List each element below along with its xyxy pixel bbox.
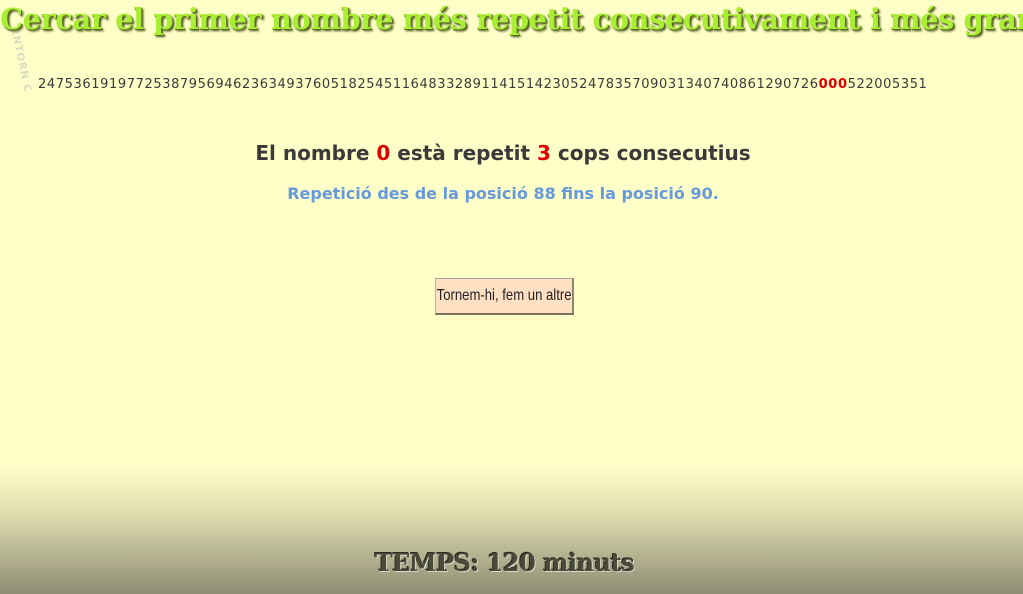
result-suffix: cops consecutius	[557, 141, 751, 165]
result-prefix: El nombre	[255, 141, 370, 165]
retry-button[interactable]: Tornem-hi, fem un altre	[435, 278, 574, 315]
result-number: 0	[376, 141, 391, 165]
sequence-before: 2475361919772538795694623634937605182545…	[38, 77, 819, 92]
position-info: Repetició des de la posició 88 fins la p…	[287, 184, 719, 203]
watermark-logo: ENTORN C	[8, 27, 33, 94]
result-middle: està repetit	[397, 141, 531, 165]
result-count: 3	[537, 141, 551, 165]
sequence-after: 522005351	[847, 77, 928, 92]
timer-label: TEMPS: 120 minuts	[374, 548, 635, 577]
number-sequence: 2475361919772538795694623634937605182545…	[38, 77, 927, 92]
retry-button-label: Tornem-hi, fem un altre	[436, 287, 572, 304]
page-title: Cercar el primer nombre més repetit cons…	[0, 2, 1023, 36]
result-statement: El nombre 0 està repetit 3 cops consecut…	[0, 141, 1006, 165]
sequence-highlight: 000	[818, 77, 848, 92]
